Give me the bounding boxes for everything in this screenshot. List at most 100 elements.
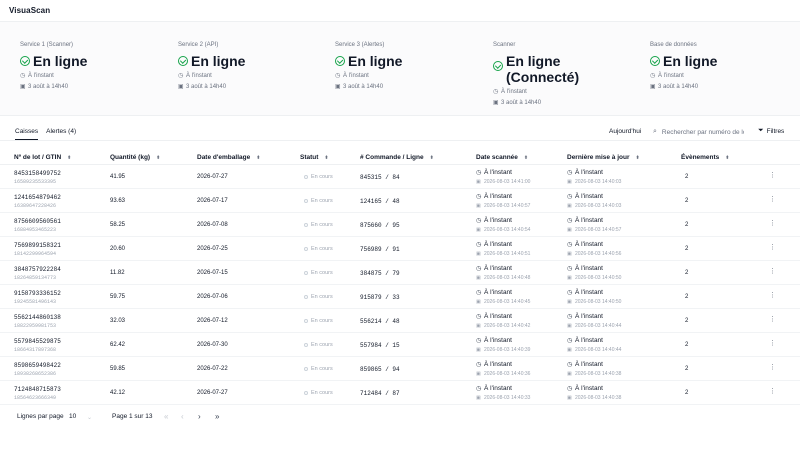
packed-date: 2026-07-27	[197, 390, 228, 396]
gtin: 18142299964594	[14, 251, 57, 257]
table-row[interactable]: 1241654879462 16389647228426 93.63 2026-07-…	[0, 189, 800, 213]
packed-date: 2026-07-17	[197, 198, 228, 204]
column-header-label: Quantité (kg)	[110, 154, 151, 161]
more-options-icon[interactable]: ⋮	[769, 268, 776, 275]
calendar-icon: ▣	[567, 226, 572, 233]
column-header-order[interactable]: # Commande / Ligne ⬍	[360, 154, 434, 161]
search-box: ⌕	[653, 127, 748, 137]
calendar-icon: ▣	[493, 100, 499, 106]
filters-button[interactable]: ⏷ Filtres	[758, 127, 784, 135]
more-options-icon[interactable]: ⋮	[769, 244, 776, 251]
rows-per-page-select[interactable]: 10	[69, 413, 76, 420]
gtin: 18664317897368	[14, 347, 57, 353]
clock-icon: ◷	[493, 89, 499, 95]
events-count: 2	[685, 174, 689, 180]
updated-date: ◷ À l'instant ▣ 2026-08-03 14:40:44	[567, 336, 621, 354]
order-line: 124165 / 48	[360, 198, 400, 205]
clock-icon: ◷	[476, 170, 482, 176]
status-dot-icon	[304, 343, 308, 347]
status-badge: En cours	[304, 174, 333, 180]
quantity: 11.82	[110, 270, 125, 276]
status-card-state: En ligne	[663, 53, 718, 69]
table-row[interactable]: 7124848715873 18564623666349 42.12 2026-07-…	[0, 381, 800, 405]
clock-icon: ◷	[476, 194, 482, 200]
table-row[interactable]: 7569899158321 18142299964594 20.60 2026-07-…	[0, 237, 800, 261]
clock-icon: ◷	[567, 266, 573, 272]
clock-icon: ◷	[567, 242, 573, 248]
status-text: En cours	[311, 270, 333, 276]
table-row[interactable]: 8453158499752 16589235533395 41.95 2026-07-…	[0, 165, 800, 189]
lot-number: 1241654879462	[14, 194, 61, 201]
more-options-icon[interactable]: ⋮	[769, 364, 776, 371]
status-card-service-3: Service 3 (Alertes) En ligne ◷ À l'instan…	[335, 41, 485, 93]
calendar-icon: ▣	[476, 274, 481, 281]
packed-date: 2026-07-30	[197, 342, 228, 348]
status-text: En cours	[311, 318, 333, 324]
previous-page-button[interactable]: ‹	[181, 412, 184, 421]
more-options-icon[interactable]: ⋮	[769, 196, 776, 203]
status-badge: En cours	[304, 222, 333, 228]
status-text: En cours	[311, 390, 333, 396]
updated-date: ◷ À l'instant ▣ 2026-08-03 14:40:50	[567, 288, 621, 306]
status-card-state: En ligne	[33, 53, 88, 69]
quantity: 58.25	[110, 222, 126, 228]
scanned-date: ◷ À l'instant ▣ 2026-08-03 14:41:00	[476, 168, 530, 186]
sort-icon: ⬍	[725, 154, 730, 161]
clock-icon: ◷	[567, 338, 573, 344]
search-input[interactable]	[661, 128, 744, 136]
updated-relative: À l'instant	[575, 313, 603, 320]
table-row[interactable]: 5562144860138 18822959981753 32.03 2026-07-…	[0, 309, 800, 333]
last-page-button[interactable]: »	[215, 412, 219, 421]
clock-icon: ◷	[567, 290, 573, 296]
table-row[interactable]: 3848757922284 18264859134773 11.82 2026-07-…	[0, 261, 800, 285]
clock-icon: ◷	[476, 314, 482, 320]
calendar-icon: ▣	[20, 84, 26, 90]
table-row[interactable]: 8756609560561 16884953465223 58.25 2026-07-…	[0, 213, 800, 237]
check-circle-icon	[335, 56, 345, 66]
updated-absolute: 2026-08-03 14:40:44	[575, 346, 622, 353]
more-options-icon[interactable]: ⋮	[769, 172, 776, 179]
lot-number: 3848757922284	[14, 266, 61, 273]
column-header-updated[interactable]: Dernière mise à jour ⬍	[567, 154, 640, 161]
clock-icon: ◷	[567, 386, 573, 392]
more-options-icon[interactable]: ⋮	[769, 220, 776, 227]
first-page-button[interactable]: «	[164, 412, 168, 421]
filters-label: Filtres	[766, 127, 785, 135]
calendar-icon: ▣	[476, 226, 481, 233]
order-line: 875660 / 95	[360, 222, 400, 229]
clock-icon: ◷	[567, 170, 573, 176]
status-card-state: En ligne (Connecté)	[506, 53, 580, 85]
today-button[interactable]: Aujourd'hui	[609, 128, 641, 135]
calendar-icon: ▣	[567, 274, 572, 281]
status-card-state: En ligne	[348, 53, 403, 69]
more-options-icon[interactable]: ⋮	[769, 340, 776, 347]
order-line: 756989 / 91	[360, 246, 400, 253]
tab-caisses[interactable]: Caisses	[15, 128, 39, 140]
table-row[interactable]: 5579845529875 18664317897368 62.42 2026-07-…	[0, 333, 800, 357]
column-header-status[interactable]: Statut ⬍	[300, 154, 329, 161]
table-row[interactable]: 9158793336152 19245581496143 59.75 2026-07-…	[0, 285, 800, 309]
more-options-icon[interactable]: ⋮	[769, 316, 776, 323]
status-card-label: Service 3 (Alertes)	[335, 42, 385, 48]
next-page-button[interactable]: ›	[198, 412, 201, 421]
updated-relative: À l'instant	[575, 385, 603, 392]
status-text: En cours	[311, 222, 333, 228]
column-header-scanned[interactable]: Date scannée ⬍	[476, 154, 528, 161]
quantity: 32.03	[110, 318, 126, 324]
column-header-events[interactable]: Évènements ⬍	[681, 154, 730, 161]
more-options-icon[interactable]: ⋮	[769, 388, 776, 395]
status-dot-icon	[304, 199, 308, 203]
table-row[interactable]: 8598659498422 18938268652386 59.85 2026-07-…	[0, 357, 800, 381]
pagination: Lignes par page 10 ⌄ Page 1 sur 13 « ‹ ›…	[0, 412, 800, 424]
column-header-packed[interactable]: Date d'emballage ⬍	[197, 154, 260, 161]
more-options-icon[interactable]: ⋮	[769, 292, 776, 299]
column-header-qty[interactable]: Quantité (kg) ⬍	[110, 154, 160, 161]
gtin: 18564623666349	[14, 395, 57, 401]
tab-alertes[interactable]: Alertes (4)	[46, 128, 76, 140]
sort-icon: ⬍	[429, 154, 434, 161]
column-header-lot[interactable]: Nº de lot / GTIN ⬍	[14, 154, 71, 161]
events-count: 2	[685, 318, 689, 324]
quantity: 93.63	[110, 198, 126, 204]
updated-date: ◷ À l'instant ▣ 2026-08-03 14:40:57	[567, 216, 621, 234]
scanned-absolute: 2026-08-03 14:40:57	[484, 202, 531, 209]
